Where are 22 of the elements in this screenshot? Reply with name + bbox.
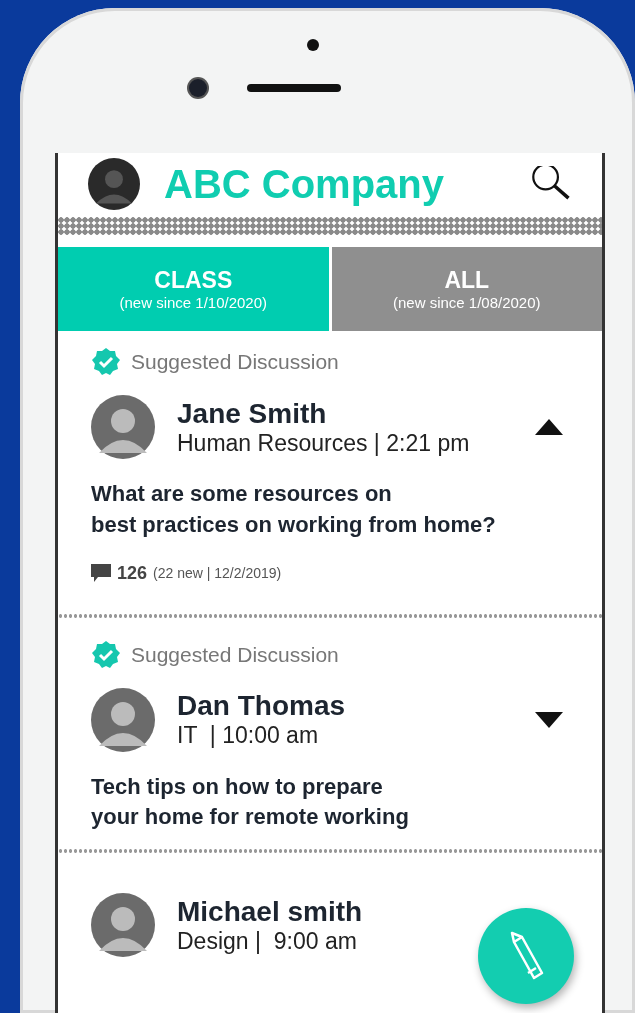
sensor-dot — [306, 39, 319, 51]
author-avatar — [91, 893, 155, 958]
author-name: Dan Thomas — [177, 690, 346, 723]
post-meta: Human Resources | 2:21 pm — [177, 429, 470, 457]
author-avatar — [91, 395, 155, 459]
caret-icon[interactable] — [535, 419, 563, 435]
author-name: Michael smith — [177, 895, 363, 928]
suggested-label: Suggested Discussion — [131, 350, 339, 374]
post-meta: Design | 9:00 am — [177, 927, 358, 955]
caret-icon[interactable] — [535, 711, 563, 728]
comment-detail: (22 new | 12/2/2019) — [153, 565, 282, 582]
comment-icon — [91, 564, 111, 583]
comment-count: 126 — [117, 562, 148, 584]
author-avatar — [91, 687, 155, 752]
suggested-label: Suggested Discussion — [131, 642, 339, 667]
camera-icon — [189, 79, 207, 97]
profile-avatar[interactable] — [88, 158, 140, 210]
company-title: ABC Company — [164, 161, 445, 207]
discussion-question[interactable]: What are some resources on best practices on working from home? — [91, 479, 569, 541]
author-name: Jane Smith — [177, 397, 328, 430]
post-meta: IT | 10:00 am — [177, 722, 320, 750]
discussion-question[interactable]: Tech tips on how to prepare your home for remote working — [91, 771, 569, 834]
